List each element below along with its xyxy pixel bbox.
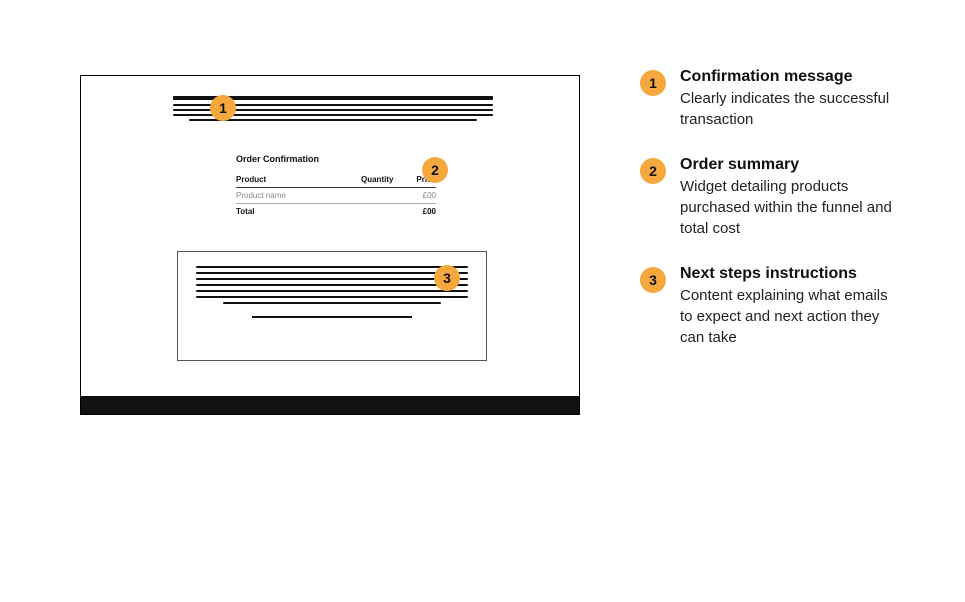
- legend-number-icon: 2: [640, 158, 666, 184]
- placeholder-line: [196, 296, 468, 298]
- browser-frame: Order Confirmation Product Quantity Pric…: [80, 75, 580, 415]
- order-summary-widget: Order Confirmation Product Quantity Pric…: [236, 154, 436, 219]
- legend-description: Clearly indicates the successful transac…: [680, 88, 900, 130]
- annotation-legend: 1 Confirmation message Clearly indicates…: [640, 68, 900, 374]
- placeholder-line: [223, 302, 441, 304]
- placeholder-line: [196, 278, 468, 280]
- legend-description: Widget detailing products purchased with…: [680, 176, 900, 239]
- legend-item-3: 3 Next steps instructions Content explai…: [640, 265, 900, 348]
- legend-description: Content explaining what emails to expect…: [680, 285, 900, 348]
- annotation-marker-2: 2: [422, 157, 448, 183]
- order-table-total: Total £00: [236, 204, 436, 219]
- wireframe-mockup: Order Confirmation Product Quantity Pric…: [80, 75, 580, 415]
- order-table-row: Product name £00: [236, 188, 436, 204]
- product-name: Product name: [236, 191, 361, 200]
- cta-placeholder: [252, 316, 412, 318]
- annotation-marker-3: 3: [434, 265, 460, 291]
- placeholder-line: [196, 266, 468, 268]
- placeholder-line: [189, 119, 477, 121]
- legend-item-2: 2 Order summary Widget detailing product…: [640, 156, 900, 239]
- annotation-marker-1: 1: [210, 95, 236, 121]
- col-product-header: Product: [236, 175, 361, 184]
- legend-item-1: 1 Confirmation message Clearly indicates…: [640, 68, 900, 130]
- total-price: £00: [406, 207, 436, 216]
- order-table-header: Product Quantity Price: [236, 172, 436, 188]
- col-quantity-header: Quantity: [361, 175, 406, 184]
- footer-bar: [81, 396, 579, 414]
- placeholder-line: [196, 290, 468, 292]
- product-price: £00: [406, 191, 436, 200]
- legend-title: Confirmation message: [680, 68, 900, 86]
- legend-title: Order summary: [680, 156, 900, 174]
- legend-title: Next steps instructions: [680, 265, 900, 283]
- legend-number-icon: 3: [640, 267, 666, 293]
- total-label: Total: [236, 207, 361, 216]
- placeholder-line: [196, 284, 468, 286]
- placeholder-line: [196, 272, 468, 274]
- order-summary-title: Order Confirmation: [236, 154, 436, 164]
- legend-number-icon: 1: [640, 70, 666, 96]
